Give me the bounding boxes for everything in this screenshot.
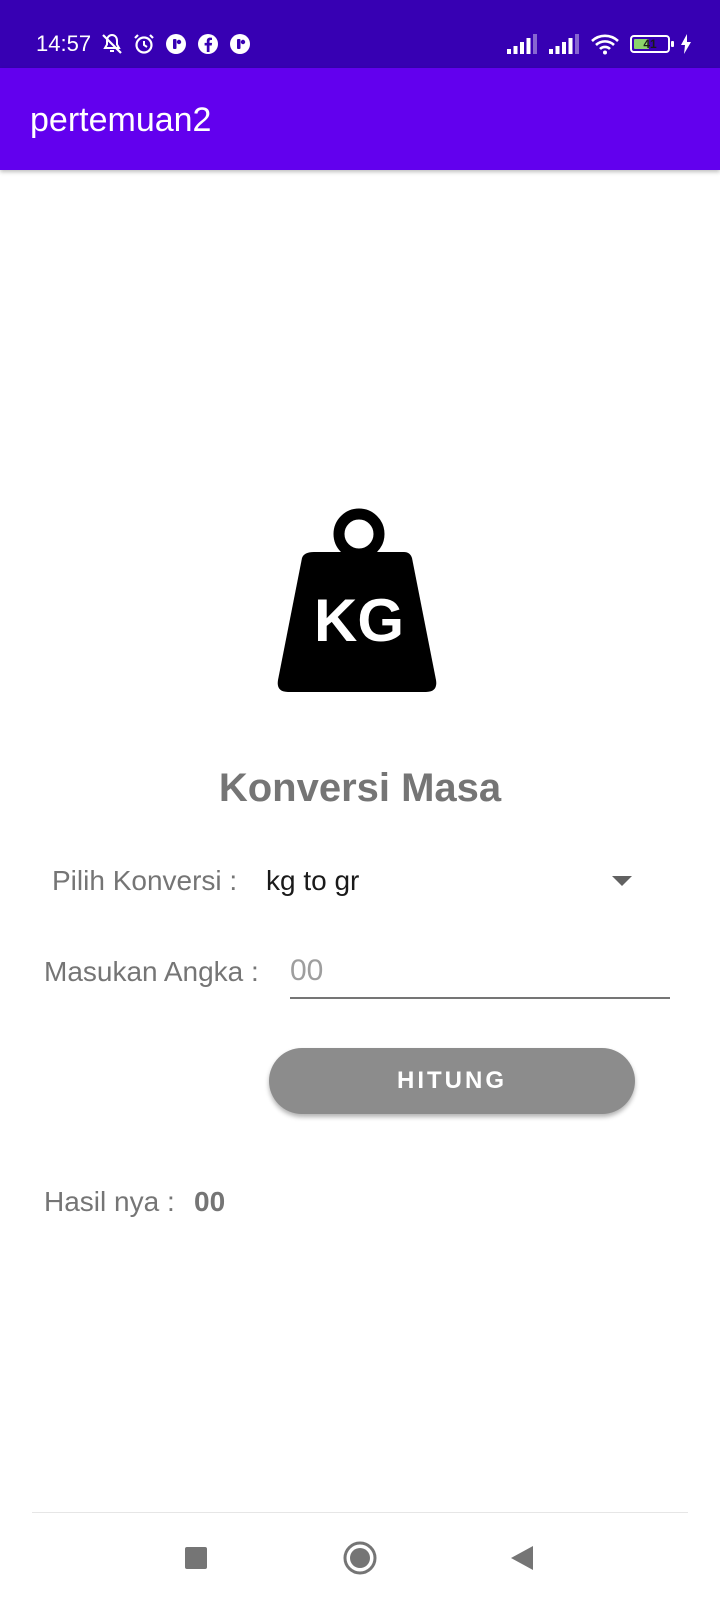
mute-icon: [102, 33, 122, 54]
conversion-label: Pilih Konversi :: [52, 865, 238, 896]
status-system-icons: 41: [506, 32, 692, 56]
battery-icon: 41: [630, 35, 674, 53]
app-title: pertemuan2: [30, 101, 212, 139]
result-label: Hasil nya :: [44, 1186, 175, 1217]
home-button[interactable]: [330, 1536, 390, 1580]
spinner-selected-value: kg to gr: [266, 865, 360, 896]
status-bar: 14:57 41: [0, 0, 720, 68]
status-notification-icons: [100, 32, 252, 56]
conversion-spinner[interactable]: kg to gr: [262, 850, 652, 910]
charging-icon: [681, 34, 691, 54]
recents-icon: [185, 1547, 207, 1569]
kg-weight-icon: KG: [276, 508, 442, 698]
status-time: 14:57: [36, 31, 92, 56]
signal-icon: [549, 34, 579, 54]
home-icon: [343, 1541, 377, 1575]
app-notification-icon: [230, 34, 250, 54]
back-button[interactable]: [492, 1536, 552, 1580]
result-value: 00: [194, 1186, 226, 1217]
signal-icon: [507, 34, 537, 54]
app-notification-icon: [166, 34, 186, 54]
recents-button[interactable]: [166, 1536, 226, 1580]
app-bar: pertemuan2: [0, 68, 720, 170]
hitung-button[interactable]: HITUNG: [269, 1048, 635, 1114]
number-input-label: Masukan Angka :: [44, 956, 259, 987]
number-input[interactable]: [290, 945, 670, 999]
dropdown-arrow-icon: [612, 876, 632, 886]
alarm-icon: [134, 34, 154, 54]
page-title: Konversi Masa: [218, 766, 502, 810]
nav-divider: [32, 1512, 688, 1513]
battery-level: 41: [643, 37, 657, 51]
wifi-icon: [591, 34, 619, 55]
facebook-icon: [198, 34, 218, 54]
back-icon: [511, 1546, 533, 1570]
kg-label: KG: [314, 587, 404, 654]
